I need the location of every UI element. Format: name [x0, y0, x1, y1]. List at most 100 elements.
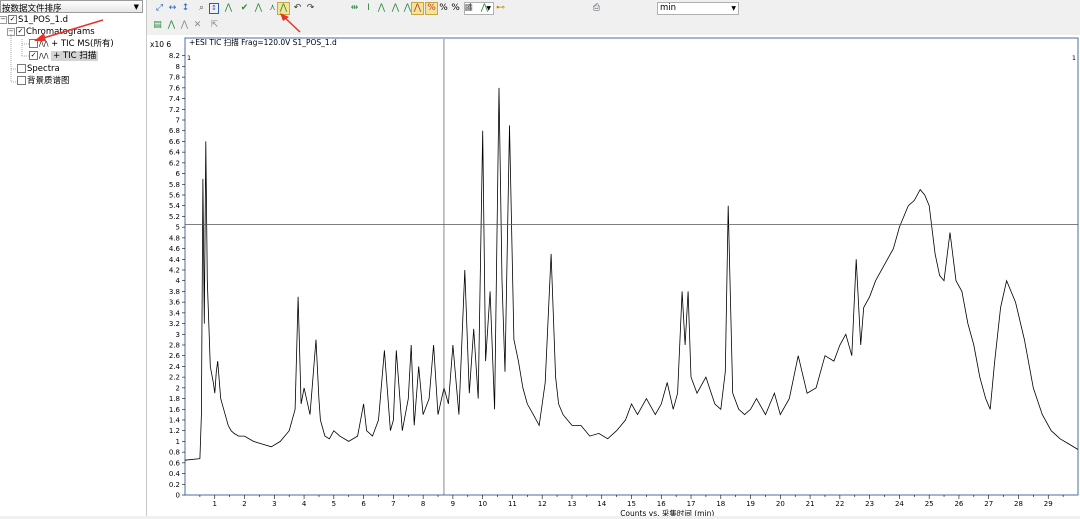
y-tick-label: 5.2: [169, 213, 180, 221]
peak-list-icon[interactable]: ⋀: [166, 20, 177, 31]
y-tick-label: 2.6: [169, 352, 181, 360]
y-tick-label: 1: [176, 438, 180, 446]
y-tick-label: 4.4: [169, 256, 181, 264]
y-tick-label: 0.8: [169, 449, 180, 457]
x-tick-label: 8: [421, 500, 425, 508]
y-tick-label: 1.6: [169, 406, 181, 414]
time-unit-value: min: [660, 3, 677, 13]
y-tick-label: 2.2: [169, 374, 180, 382]
time-unit-select[interactable]: min ▼: [657, 2, 739, 15]
y-tick-label: 6.2: [169, 159, 180, 167]
y-tick-label: 8.2: [169, 52, 180, 60]
y-tick-label: 4: [176, 277, 181, 285]
y-tick-label: 3.8: [169, 288, 180, 296]
toolbar: ⤢ ↔ ↕ ⌕ ↕ ⋀ ✔ ⋀ ⋏ ⋀ ↶ ↷ 4 ▼ ⇹ I ⋀ ⋀ ⋀ ⋀ …: [150, 0, 1080, 34]
y-tick-label: 3.4: [169, 309, 181, 317]
y-tick-label: 2: [176, 384, 180, 392]
y-tick-label: 1.2: [169, 427, 180, 435]
y-tick-label: 0.6: [169, 459, 181, 467]
x-tick-label: 11: [508, 500, 517, 508]
undo-icon[interactable]: ↶: [292, 3, 303, 14]
corner-marker-right: 1: [1072, 54, 1076, 62]
plot-frame: [184, 37, 1079, 496]
y-tick-label: 7.2: [169, 106, 180, 114]
chart-title: +ESI TIC 扫描 Frag=120.0V S1_POS_1.d: [189, 37, 337, 47]
y-tick-label: 7.8: [169, 74, 180, 82]
redo-icon[interactable]: ↷: [305, 3, 316, 14]
y-tick-label: 6.6: [169, 138, 181, 146]
data-icon[interactable]: ▦: [463, 3, 474, 14]
x-tick-label: 16: [657, 500, 666, 508]
x-tick-label: 3: [272, 500, 276, 508]
x-axis-label: Counts vs. 采集时间 (min): [620, 508, 714, 516]
delete-icon[interactable]: ✕: [192, 20, 203, 31]
autoscale-y-icon[interactable]: ↕: [180, 3, 191, 14]
y-tick-label: 1.4: [169, 417, 181, 425]
peak-label-icon[interactable]: ⋀: [253, 3, 264, 14]
unit-icon[interactable]: ⊷: [495, 3, 506, 14]
x-tick-label: 1: [213, 500, 217, 508]
autoscale-xy-icon[interactable]: ⤢: [154, 3, 165, 14]
x-tick-label: 20: [776, 500, 785, 508]
y-tick-label: 7.4: [169, 95, 181, 103]
x-tick-label: 23: [865, 500, 874, 508]
x-tick-label: 5: [332, 500, 336, 508]
y-multiplier: x10 6: [150, 40, 171, 49]
corner-marker-left: 1: [187, 54, 191, 62]
zoom-icon[interactable]: ⌕: [196, 3, 207, 14]
percent-scale-icon[interactable]: %: [450, 3, 461, 14]
data-navigator-panel: 按数据文件排序 ▼ − ✓ S1_POS_1.d − ✓ Chromatograms /…: [0, 0, 147, 516]
bar-range-icon[interactable]: I: [363, 3, 374, 14]
integrate-icon[interactable]: ✔: [239, 3, 250, 14]
x-tick-label: 26: [954, 500, 963, 508]
list-peaks-icon[interactable]: ⋀: [179, 20, 190, 31]
y-tick-label: 4.2: [169, 267, 180, 275]
x-tick-label: 4: [302, 500, 307, 508]
fit-icon[interactable]: ↕: [209, 3, 219, 14]
y-tick-label: 0: [176, 492, 180, 500]
tic-trace-line: [184, 87, 1079, 461]
y-tick-label: 5.6: [169, 192, 181, 200]
x-tick-label: 15: [627, 500, 636, 508]
y-tick-label: 5.8: [169, 181, 180, 189]
y-tick-label: 3: [176, 331, 180, 339]
x-tick-label: 28: [1014, 500, 1023, 508]
y-tick-label: 6: [176, 170, 181, 178]
y-tick-label: 2.8: [169, 342, 180, 350]
y-tick-label: 2.4: [169, 363, 181, 371]
y-tick-label: 4.6: [169, 245, 181, 253]
x-tick-label: 25: [925, 500, 934, 508]
y-tick-label: 6.4: [169, 149, 181, 157]
range-icon[interactable]: ⇹: [349, 3, 360, 14]
print-icon[interactable]: ⎙: [591, 3, 602, 14]
y-tick-label: 7.6: [169, 84, 181, 92]
y-tick-label: 5: [176, 224, 180, 232]
chromatogram-plot[interactable]: +ESI TIC 扫描 Frag=120.0V S1_POS_1.d x10 6 1…: [147, 35, 1080, 518]
peak-find-icon[interactable]: ⋀: [376, 3, 387, 14]
x-tick-label: 6: [361, 500, 366, 508]
y-tick-label: 8: [176, 63, 180, 71]
x-tick-label: 12: [538, 500, 547, 508]
list-icon[interactable]: ▤: [152, 20, 163, 31]
x-tick-label: 9: [451, 500, 455, 508]
x-tick-label: 7: [391, 500, 395, 508]
y-tick-label: 3.6: [169, 299, 181, 307]
y-tick-label: 7: [176, 117, 180, 125]
baseline-icon[interactable]: ⋏: [267, 3, 278, 14]
y-tick-label: 5.4: [169, 202, 181, 210]
x-tick-label: 2: [242, 500, 246, 508]
x-tick-label: 24: [895, 500, 904, 508]
x-tick-label: 19: [746, 500, 755, 508]
highlight-peaks-icon[interactable]: ⋀: [277, 2, 290, 15]
autoscale-x-icon[interactable]: ↔: [167, 3, 178, 14]
spectrum-highlight-icon[interactable]: ⋀: [411, 2, 424, 15]
percent-icon[interactable]: %: [438, 3, 449, 14]
export-icon[interactable]: ⇱: [209, 20, 220, 31]
chromatogram-chart[interactable]: +ESI TIC 扫描 Frag=120.0V S1_POS_1.d x10 6 1…: [147, 35, 1080, 518]
peak-table-icon[interactable]: ⋀: [479, 3, 490, 14]
y-tick-label: 0.2: [169, 481, 180, 489]
normalize-icon[interactable]: %: [425, 2, 438, 15]
ms-peak-icon[interactable]: ⋀: [390, 3, 401, 14]
x-tick-label: 21: [806, 500, 815, 508]
peak-icon[interactable]: ⋀: [223, 3, 234, 14]
